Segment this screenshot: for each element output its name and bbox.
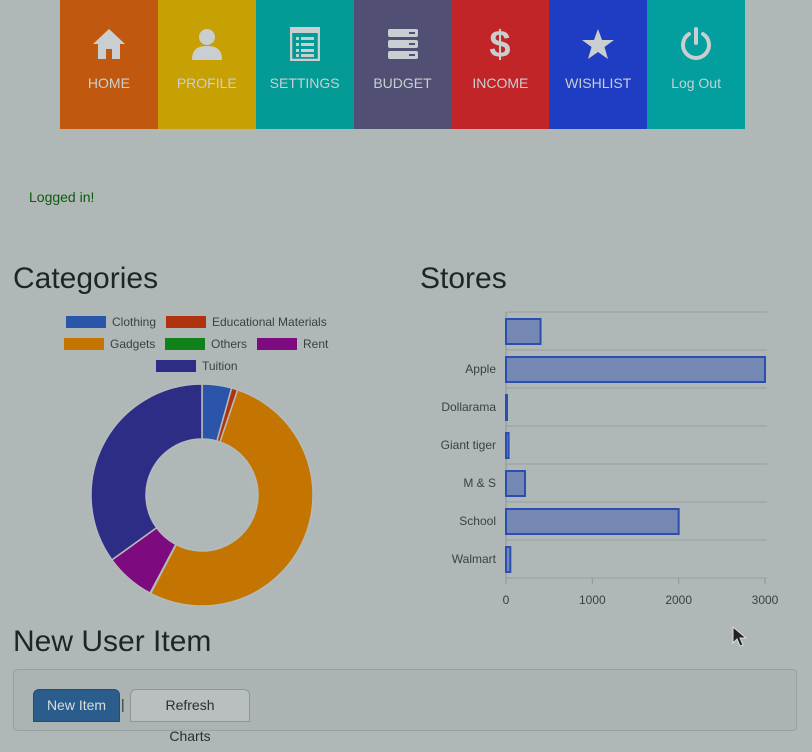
legend-label: Gadgets (110, 337, 156, 351)
legend-swatch (165, 338, 205, 350)
legend-label: Others (211, 337, 248, 351)
server-icon (354, 24, 452, 64)
list-icon (256, 24, 354, 64)
y-category-label: M & S (463, 476, 496, 490)
y-category-label: Apple (465, 362, 496, 376)
nav-home-label: HOME (87, 75, 130, 91)
nav-wishlist[interactable]: WISHLIST (549, 0, 648, 129)
legend-item[interactable]: Educational Materials (166, 315, 327, 329)
nav-logout[interactable]: Log Out (647, 0, 746, 129)
svg-text:$: $ (490, 26, 511, 62)
legend-label: Educational Materials (212, 315, 327, 329)
bar-apple[interactable] (505, 356, 766, 383)
y-category-label: Dollarama (441, 400, 496, 414)
nav-profile[interactable]: PROFILE (157, 0, 256, 129)
y-category-label: Giant tiger (441, 438, 496, 452)
x-tick-label: 3000 (752, 593, 779, 607)
nav-settings-label: SETTINGS (269, 75, 340, 91)
legend-item[interactable]: Clothing (66, 315, 156, 329)
legend-swatch (156, 360, 196, 372)
x-tick-label: 2000 (665, 593, 692, 607)
legend-item[interactable]: Tuition (156, 359, 238, 373)
nav-settings[interactable]: SETTINGS (255, 0, 354, 129)
nav-budget-label: BUDGET (373, 75, 432, 91)
power-icon (647, 24, 745, 64)
legend-swatch (66, 316, 106, 328)
dollar-icon: $ (451, 24, 549, 64)
legend-swatch (257, 338, 297, 350)
bar-giant-tiger[interactable] (505, 432, 510, 459)
user-icon (158, 24, 256, 64)
legend-label: Clothing (112, 315, 157, 329)
y-category-label: Walmart (452, 552, 497, 566)
x-tick-label: 1000 (579, 593, 606, 607)
nav-income[interactable]: $ INCOME (451, 0, 550, 129)
login-status: Logged in! (29, 189, 95, 205)
legend-swatch (166, 316, 206, 328)
bar-school[interactable] (505, 508, 680, 535)
legend-item[interactable]: Rent (257, 337, 328, 351)
button-separator: | (121, 696, 125, 712)
refresh-charts-button[interactable]: Refresh Charts (130, 689, 250, 744)
stores-bar-chart: 0 1000 2000 3000 Apple Dollarama Giant tiger M … (441, 311, 779, 607)
new-item-button[interactable]: New Item (33, 689, 120, 722)
nav-logout-label: Log Out (671, 75, 721, 91)
stores-title: Stores (420, 262, 507, 295)
legend-label: Tuition (202, 359, 238, 373)
x-tick-label: 0 (503, 593, 510, 607)
nav-home[interactable]: HOME (60, 0, 158, 129)
bar-m-s[interactable] (505, 470, 526, 497)
bar-walmart[interactable] (505, 546, 512, 573)
nav-wishlist-label: WISHLIST (565, 75, 632, 91)
home-icon (60, 24, 158, 64)
star-icon (549, 24, 647, 64)
legend-item[interactable]: Others (165, 337, 247, 351)
legend-swatch (64, 338, 104, 350)
nav-budget[interactable]: BUDGET (353, 0, 452, 129)
donut-slice-tuition[interactable] (90, 383, 203, 561)
new-user-item-title: New User Item (13, 625, 212, 658)
nav-income-label: INCOME (472, 75, 529, 91)
top-nav: HOME PROFILE SETTINGS BUDGET $ INCOME WI… (60, 0, 746, 129)
bar-dollarama[interactable] (505, 394, 508, 421)
legend-label: Rent (303, 337, 329, 351)
bar-unlabeled[interactable] (505, 318, 542, 345)
legend-item[interactable]: Gadgets (64, 337, 155, 351)
mouse-cursor-icon (732, 626, 748, 647)
nav-profile-label: PROFILE (176, 75, 237, 91)
y-category-label: School (459, 514, 496, 528)
categories-donut-chart (90, 383, 314, 607)
categories-title: Categories (13, 262, 159, 295)
